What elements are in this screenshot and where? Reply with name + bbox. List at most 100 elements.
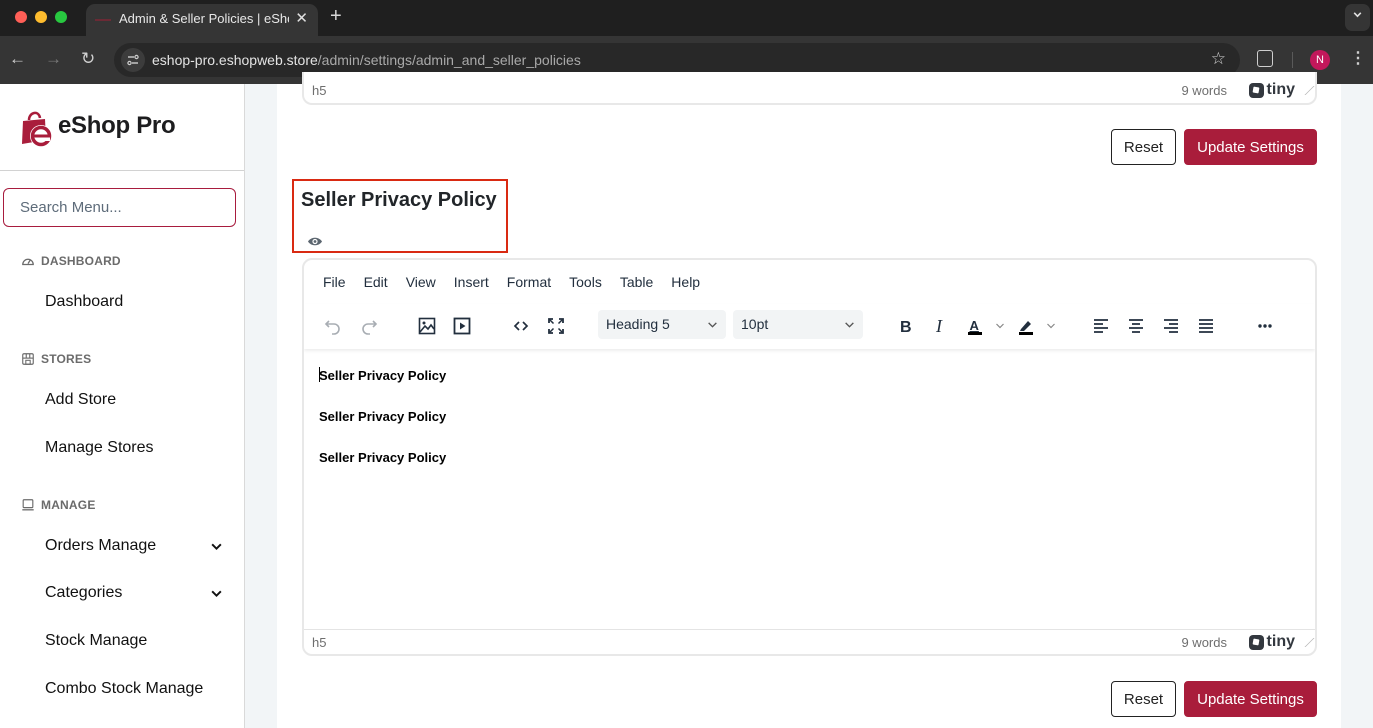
source-code-button[interactable] xyxy=(506,311,536,341)
section-title: Seller Privacy Policy xyxy=(301,189,497,211)
font-size-select[interactable]: 10pt xyxy=(733,310,863,339)
align-left-button[interactable] xyxy=(1086,311,1116,341)
previous-policy-editor[interactable]: h5 9 words tiny xyxy=(302,72,1317,105)
word-count[interactable]: 9 words xyxy=(1181,83,1227,98)
menu-insert[interactable]: Insert xyxy=(445,270,498,294)
seller-privacy-policy-editor: File Edit View Insert Format Tools Table… xyxy=(302,258,1317,656)
editor-menubar: File Edit View Insert Format Tools Table… xyxy=(304,260,1315,304)
element-path[interactable]: h5 xyxy=(312,83,326,98)
resize-handle-icon[interactable] xyxy=(1296,86,1315,95)
sidebar-item-categories[interactable]: Categories xyxy=(45,584,230,602)
text-color-chevron-icon[interactable] xyxy=(995,321,1005,331)
window-close-button[interactable] xyxy=(15,11,27,23)
code-icon xyxy=(513,321,529,331)
text-color-button[interactable]: A xyxy=(960,311,990,341)
resize-handle-icon[interactable] xyxy=(1296,638,1315,647)
chevron-down-icon[interactable] xyxy=(210,540,223,553)
menu-help[interactable]: Help xyxy=(662,270,709,294)
window-zoom-button[interactable] xyxy=(55,11,67,23)
image-icon xyxy=(418,317,436,335)
tab-search-button[interactable] xyxy=(1345,4,1370,31)
section-stores: STORES xyxy=(21,352,91,366)
menu-file[interactable]: File xyxy=(314,270,355,294)
update-settings-button[interactable]: Update Settings xyxy=(1184,129,1317,165)
search-menu-input[interactable] xyxy=(3,188,236,227)
sidebar-item-label: Manage Stores xyxy=(45,439,154,456)
url-path: /admin/settings/admin_and_seller_policie… xyxy=(317,52,581,68)
favicon-icon xyxy=(95,19,111,21)
menu-format[interactable]: Format xyxy=(498,270,560,294)
content-heading-text: Seller Privacy Policy xyxy=(319,368,447,383)
content-heading[interactable]: Seller Privacy Policy xyxy=(319,367,1315,383)
bookmark-star-icon[interactable]: ☆ xyxy=(1211,49,1226,69)
chevron-down-icon[interactable] xyxy=(210,587,223,600)
align-center-button[interactable] xyxy=(1121,311,1151,341)
sidebar-item-label: Dashboard xyxy=(45,293,124,310)
align-right-button[interactable] xyxy=(1156,311,1186,341)
sidebar-item-combo-stock-manage[interactable]: Combo Stock Manage xyxy=(45,680,230,698)
tab-title: Admin & Seller Policies | eShop Pro xyxy=(119,11,289,26)
browser-tab-active[interactable]: Admin & Seller Policies | eShop Pro ✕ xyxy=(86,4,318,36)
align-center-icon xyxy=(1129,319,1143,333)
update-settings-button[interactable]: Update Settings xyxy=(1184,681,1317,717)
block-format-select[interactable]: Heading 5 xyxy=(598,310,726,339)
site-info-icon[interactable] xyxy=(121,48,145,72)
menu-table[interactable]: Table xyxy=(611,270,662,294)
chevron-down-icon xyxy=(845,322,854,328)
fullscreen-icon xyxy=(548,318,564,334)
browser-menu-icon[interactable]: ⋮ xyxy=(1350,47,1366,71)
new-tab-button[interactable]: + xyxy=(330,5,342,28)
tiny-brand-link[interactable]: tiny xyxy=(1248,81,1295,99)
shopping-bag-logo-icon[interactable] xyxy=(19,108,53,148)
tiny-logo-icon xyxy=(1248,634,1264,650)
bold-button[interactable]: B xyxy=(890,311,920,341)
italic-button[interactable]: I xyxy=(925,311,955,341)
undo-button[interactable] xyxy=(318,311,348,341)
editor-statusbar: h5 9 words tiny xyxy=(304,78,1315,103)
sidebar-item-add-store[interactable]: Add Store xyxy=(45,391,230,409)
highlight-color-chevron-icon[interactable] xyxy=(1046,321,1056,331)
sidebar-item-label: Add Store xyxy=(45,391,117,408)
menu-view[interactable]: View xyxy=(397,270,445,294)
sidebar-item-orders-manage[interactable]: Orders Manage xyxy=(45,537,230,555)
insert-image-button[interactable] xyxy=(412,311,442,341)
tiny-logo-icon xyxy=(1248,82,1264,98)
insert-media-button[interactable] xyxy=(447,311,477,341)
align-right-icon xyxy=(1164,319,1178,333)
more-options-button[interactable] xyxy=(1250,311,1280,341)
editor-content-area[interactable]: Seller Privacy Policy Seller Privacy Pol… xyxy=(304,349,1315,631)
sidebar-item-manage-stores[interactable]: Manage Stores xyxy=(45,439,230,457)
redo-icon xyxy=(362,320,378,335)
menu-tools[interactable]: Tools xyxy=(560,270,611,294)
reset-button[interactable]: Reset xyxy=(1111,681,1176,717)
tiny-brand-link[interactable]: tiny xyxy=(1248,633,1295,651)
word-count[interactable]: 9 words xyxy=(1181,635,1227,650)
reset-button[interactable]: Reset xyxy=(1111,129,1176,165)
url-host: eshop-pro.eshopweb.store xyxy=(152,52,318,68)
bold-icon: B xyxy=(900,319,912,336)
content-heading[interactable]: Seller Privacy Policy xyxy=(319,451,1315,465)
back-button[interactable]: ← xyxy=(9,49,26,69)
content-heading[interactable]: Seller Privacy Policy xyxy=(319,410,1315,424)
forward-button[interactable]: → xyxy=(45,49,62,69)
sidebar-item-dashboard[interactable]: Dashboard xyxy=(45,293,230,311)
url-text[interactable]: eshop-pro.eshopweb.store/admin/settings/… xyxy=(152,52,581,68)
fullscreen-button[interactable] xyxy=(541,311,571,341)
close-tab-icon[interactable]: ✕ xyxy=(295,9,308,27)
window-minimize-button[interactable] xyxy=(35,11,47,23)
menu-edit[interactable]: Edit xyxy=(355,270,397,294)
extensions-puzzle-icon[interactable] xyxy=(1257,50,1273,67)
media-play-icon xyxy=(453,317,471,335)
block-format-value: Heading 5 xyxy=(606,316,670,332)
sidebar-item-label: Stock Manage xyxy=(45,632,148,649)
highlight-color-button[interactable] xyxy=(1011,311,1041,341)
profile-avatar[interactable]: N xyxy=(1310,50,1330,70)
eye-icon[interactable] xyxy=(307,236,323,247)
brand-name[interactable]: eShop Pro xyxy=(58,112,176,140)
section-label: DASHBOARD xyxy=(41,254,121,268)
element-path[interactable]: h5 xyxy=(312,635,326,650)
reload-button[interactable]: ↻ xyxy=(81,49,95,69)
redo-button[interactable] xyxy=(354,311,384,341)
sidebar-item-stock-manage[interactable]: Stock Manage xyxy=(45,632,230,650)
justify-button[interactable] xyxy=(1191,311,1221,341)
